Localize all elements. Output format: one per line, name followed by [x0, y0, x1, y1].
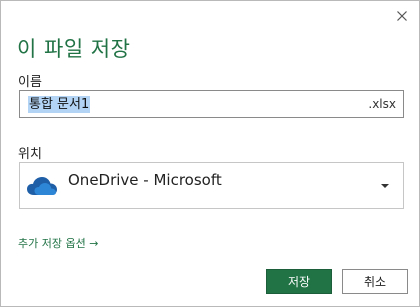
cancel-button[interactable]: 취소: [342, 269, 408, 294]
more-save-options-link[interactable]: 추가 저장 옵션 →: [18, 235, 98, 251]
dialog-title: 이 파일 저장: [17, 37, 131, 61]
save-button[interactable]: 저장: [266, 269, 332, 294]
location-label: 위치: [18, 147, 42, 162]
location-selected: OneDrive - Microsoft: [68, 171, 222, 189]
file-name-field[interactable]: 통합 문서1 .xlsx: [19, 90, 404, 118]
chevron-down-icon: [381, 184, 389, 188]
save-file-dialog: 이 파일 저장 이름 통합 문서1 .xlsx 위치 OneDrive - Mi…: [0, 0, 420, 307]
close-icon: [397, 11, 407, 21]
onedrive-cloud-icon: [27, 177, 57, 195]
name-label: 이름: [18, 75, 42, 90]
close-button[interactable]: [393, 7, 411, 25]
location-dropdown[interactable]: OneDrive - Microsoft: [19, 162, 404, 209]
file-extension: .xlsx: [368, 97, 396, 111]
file-name-input[interactable]: 통합 문서1: [28, 96, 91, 113]
